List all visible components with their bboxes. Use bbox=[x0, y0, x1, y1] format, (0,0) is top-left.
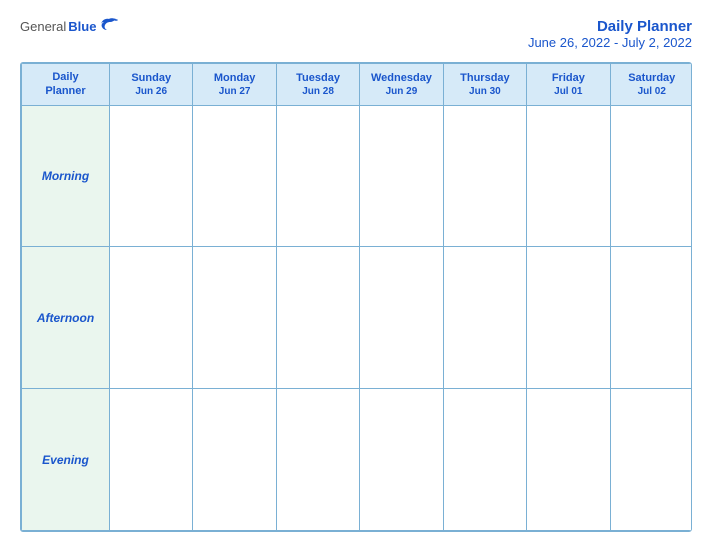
col-label-text: DailyPlanner bbox=[24, 70, 107, 99]
header-title: Daily Planner bbox=[528, 18, 692, 35]
data-cell[interactable] bbox=[110, 247, 193, 389]
page: General Blue Daily Planner June 26, 2022… bbox=[0, 0, 712, 550]
calendar-wrapper: DailyPlannerSundayJun 26MondayJun 27Tues… bbox=[20, 62, 692, 532]
data-cell[interactable] bbox=[276, 389, 359, 531]
table-row: Morning bbox=[22, 105, 693, 247]
data-cell[interactable] bbox=[527, 389, 610, 531]
col-date-text: Jun 28 bbox=[279, 85, 357, 98]
data-cell[interactable] bbox=[110, 389, 193, 531]
col-label-text: Friday bbox=[529, 71, 607, 85]
col-header-friday: FridayJul 01 bbox=[527, 64, 610, 106]
data-cell[interactable] bbox=[360, 247, 443, 389]
logo-area: General Blue bbox=[20, 18, 118, 34]
data-cell[interactable] bbox=[193, 105, 276, 247]
data-cell[interactable] bbox=[360, 105, 443, 247]
col-label-text: Thursday bbox=[446, 71, 524, 85]
logo-general-text: General bbox=[20, 19, 66, 34]
data-cell[interactable] bbox=[610, 105, 692, 247]
header: General Blue Daily Planner June 26, 2022… bbox=[20, 18, 692, 50]
table-row: Evening bbox=[22, 389, 693, 531]
col-label-text: Monday bbox=[195, 71, 273, 85]
row-label-afternoon: Afternoon bbox=[22, 247, 110, 389]
data-cell[interactable] bbox=[610, 389, 692, 531]
row-label-text: Evening bbox=[42, 453, 89, 467]
data-cell[interactable] bbox=[610, 247, 692, 389]
col-header-saturday: SaturdayJul 02 bbox=[610, 64, 692, 106]
row-label-morning: Morning bbox=[22, 105, 110, 247]
data-cell[interactable] bbox=[527, 247, 610, 389]
col-label-text: Tuesday bbox=[279, 71, 357, 85]
col-label-text: Wednesday bbox=[362, 71, 440, 85]
data-cell[interactable] bbox=[360, 389, 443, 531]
logo-bird-icon bbox=[100, 18, 118, 34]
logo: General Blue bbox=[20, 18, 118, 34]
col-header-wednesday: WednesdayJun 29 bbox=[360, 64, 443, 106]
data-cell[interactable] bbox=[276, 247, 359, 389]
row-label-text: Morning bbox=[42, 169, 89, 183]
logo-blue-text: Blue bbox=[68, 19, 96, 34]
row-label-evening: Evening bbox=[22, 389, 110, 531]
data-cell[interactable] bbox=[276, 105, 359, 247]
data-cell[interactable] bbox=[443, 389, 526, 531]
col-header-sunday: SundayJun 26 bbox=[110, 64, 193, 106]
col-header-tuesday: TuesdayJun 28 bbox=[276, 64, 359, 106]
data-cell[interactable] bbox=[110, 105, 193, 247]
header-row: DailyPlannerSundayJun 26MondayJun 27Tues… bbox=[22, 64, 693, 106]
row-label-text: Afternoon bbox=[37, 311, 94, 325]
col-header-monday: MondayJun 27 bbox=[193, 64, 276, 106]
data-cell[interactable] bbox=[527, 105, 610, 247]
col-header-thursday: ThursdayJun 30 bbox=[443, 64, 526, 106]
col-date-text: Jun 29 bbox=[362, 85, 440, 98]
col-date-text: Jun 26 bbox=[112, 85, 190, 98]
col-date-text: Jul 02 bbox=[613, 85, 691, 98]
col-date-text: Jul 01 bbox=[529, 85, 607, 98]
header-title-area: Daily Planner June 26, 2022 - July 2, 20… bbox=[528, 18, 692, 50]
col-label-text: Sunday bbox=[112, 71, 190, 85]
header-subtitle: June 26, 2022 - July 2, 2022 bbox=[528, 35, 692, 50]
data-cell[interactable] bbox=[193, 247, 276, 389]
col-date-text: Jun 30 bbox=[446, 85, 524, 98]
data-cell[interactable] bbox=[443, 105, 526, 247]
data-cell[interactable] bbox=[193, 389, 276, 531]
col-label-text: Saturday bbox=[613, 71, 691, 85]
calendar-table: DailyPlannerSundayJun 26MondayJun 27Tues… bbox=[21, 63, 692, 531]
table-row: Afternoon bbox=[22, 247, 693, 389]
col-date-text: Jun 27 bbox=[195, 85, 273, 98]
data-cell[interactable] bbox=[443, 247, 526, 389]
col-header-label: DailyPlanner bbox=[22, 64, 110, 106]
